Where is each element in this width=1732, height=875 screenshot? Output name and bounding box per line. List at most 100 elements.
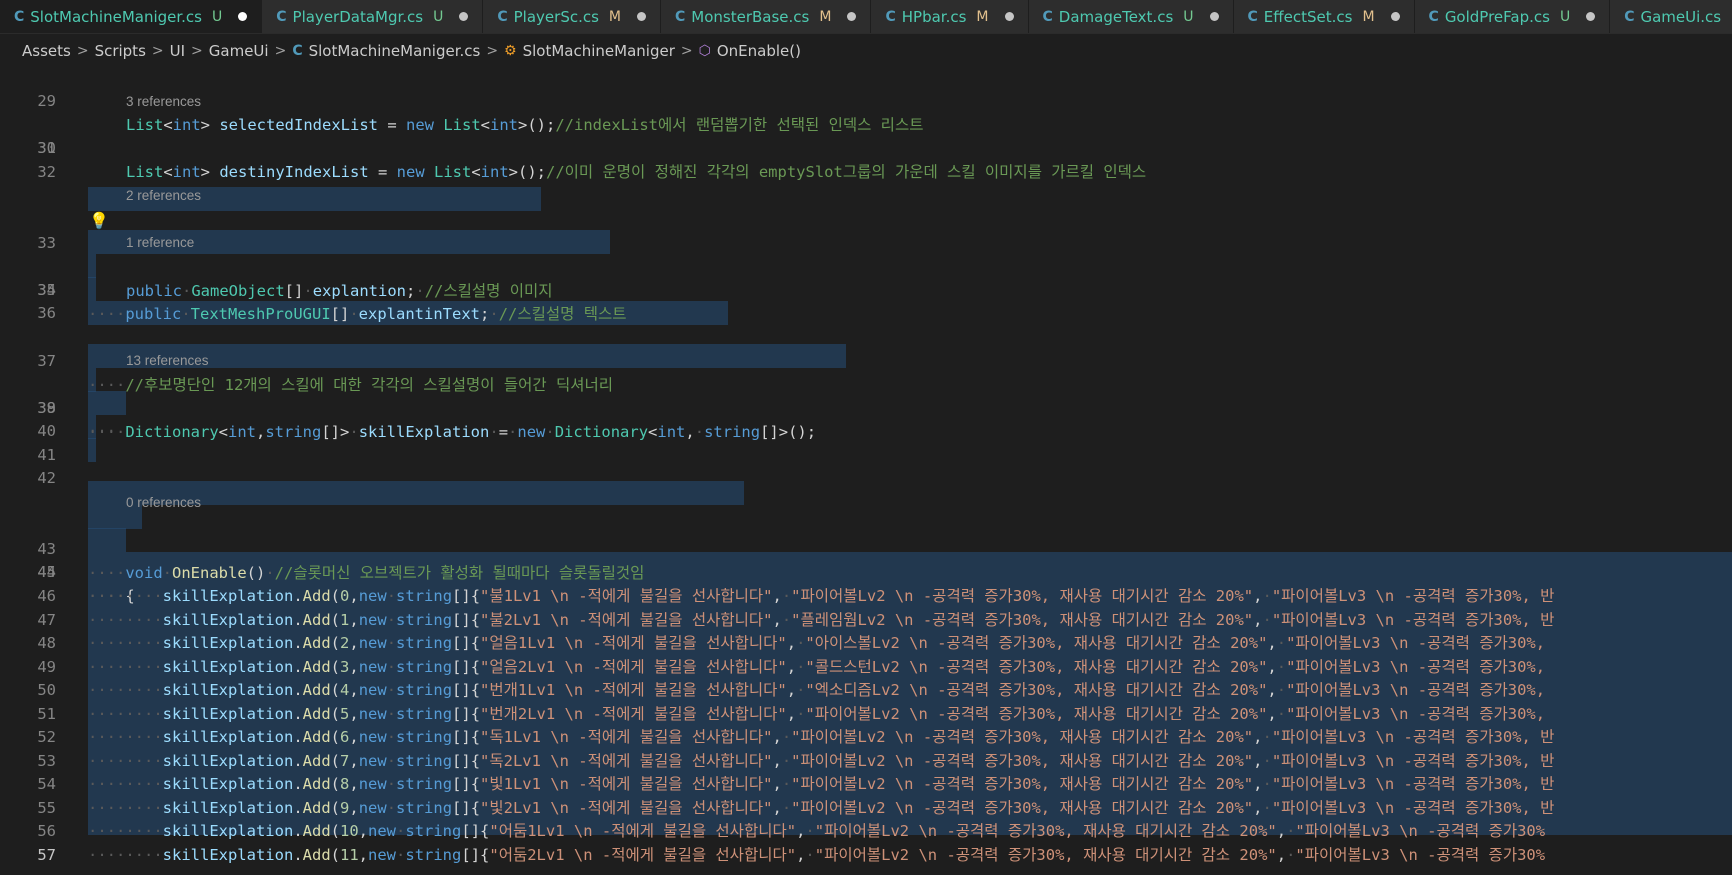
skill-string: "빛1Lv1 \n -적에게 불길을 선사합니다" xyxy=(480,775,773,793)
code-line: 54 ········skillExplation.Add(8,new·strin… xyxy=(0,772,1732,796)
skill-string: "파이어볼Lv2 \n -공격력 증가30%, 재사용 대기시간 감소 20%" xyxy=(805,705,1268,723)
tab-damagetext[interactable]: C DamageText.cs U xyxy=(1028,0,1234,33)
line-number: 35 xyxy=(37,281,56,299)
code-line: 31 xyxy=(0,136,1732,160)
tab-label: EffectSet.cs xyxy=(1263,7,1353,26)
breadcrumb-assets[interactable]: Assets xyxy=(22,42,71,60)
git-status-badge: M xyxy=(976,8,989,25)
unsaved-dot-icon[interactable] xyxy=(637,12,647,21)
line-number: 55 xyxy=(37,799,56,817)
skill-index: 8 xyxy=(340,775,350,793)
tab-playerdatamgr[interactable]: C PlayerDataMgr.cs U xyxy=(262,0,484,33)
code-line: 48 ········skillExplation.Add(2,new·strin… xyxy=(0,631,1732,655)
tab-effectset[interactable]: C EffectSet.cs M xyxy=(1233,0,1415,33)
skill-string: "파이어볼Lv2 \n -공격력 증가30%, 재사용 대기시간 감소 20%" xyxy=(791,728,1254,746)
line-number: 39 xyxy=(37,399,56,417)
codelens-references[interactable]: 13 references xyxy=(126,351,209,371)
line-number: 45 xyxy=(37,563,56,581)
code-line: 34 ····public·TextMeshProUGUI[]·explanti… xyxy=(0,254,1732,323)
codelens-references[interactable]: 1 reference xyxy=(126,233,194,253)
skill-index: 7 xyxy=(340,752,350,770)
line-number: 51 xyxy=(37,705,56,723)
skill-string: "파이어볼Lv3 \n -공격력 증가30%, xyxy=(1286,658,1546,676)
tab-monsterbase[interactable]: C MonsterBase.cs M xyxy=(661,0,872,33)
chevron-right-icon: > xyxy=(274,43,287,59)
line-number: 29 xyxy=(37,92,56,110)
skill-string: "빛2Lv1 \n -적에게 불길을 선사합니다" xyxy=(480,799,773,817)
git-status-badge: M xyxy=(608,8,622,25)
breadcrumb-gameui[interactable]: GameUi xyxy=(209,42,269,60)
code-line: 57 ········skillExplation.Add(11,new·stri… xyxy=(0,843,1732,867)
skill-string: "파이어볼Lv3 \n -공격력 증가30%, 반 xyxy=(1271,775,1555,793)
codelens-references[interactable]: 2 references xyxy=(126,186,201,206)
line-number: 54 xyxy=(37,775,56,793)
tab-goldprefap[interactable]: C GoldPreFap.cs U xyxy=(1414,0,1611,33)
line-number: 33 xyxy=(37,234,56,252)
skill-string: "얼음1Lv1 \n -적에게 불길을 선사합니다" xyxy=(480,634,787,652)
breadcrumb: Assets > Scripts > UI > GameUi > C SlotM… xyxy=(0,34,1732,68)
code-line: 39 xyxy=(0,396,1732,420)
tab-label: HPbar.cs xyxy=(901,7,967,26)
git-status-badge: U xyxy=(212,8,223,25)
code-line: 41 xyxy=(0,443,1732,467)
chevron-right-icon: > xyxy=(76,43,89,59)
tab-label: MonsterBase.cs xyxy=(691,7,810,26)
codelens-references[interactable]: 0 references xyxy=(126,493,201,513)
breadcrumb-file[interactable]: SlotMachineManiger.cs xyxy=(309,42,481,60)
skill-string: "파이어볼Lv2 \n -공격력 증가30%, 재사용 대기시간 감소 20%" xyxy=(791,775,1254,793)
csharp-file-icon: C xyxy=(1624,8,1635,25)
skill-index: 1 xyxy=(340,611,350,629)
skill-index: 6 xyxy=(340,728,350,746)
unsaved-dot-icon[interactable] xyxy=(847,12,857,21)
class-symbol-icon: ⚙ xyxy=(504,43,517,59)
unsaved-dot-icon[interactable] xyxy=(1586,12,1596,21)
tab-label: GoldPreFap.cs xyxy=(1444,7,1550,26)
unsaved-dot-icon[interactable] xyxy=(1390,12,1400,21)
code-line: 33 💡 public·GameObject[]·explantion;·//스… xyxy=(0,207,1732,300)
line-number: 42 xyxy=(37,469,56,487)
code-editor[interactable]: 29 List<int> selectedIndexList = new Lis… xyxy=(0,68,1732,875)
breadcrumb-method[interactable]: OnEnable() xyxy=(717,42,801,60)
skill-string: "파이어볼Lv3 \n -공격력 증가30%, 반 xyxy=(1271,611,1555,629)
unsaved-dot-icon[interactable] xyxy=(238,12,248,21)
skill-string: "파이어볼Lv3 \n -공격력 증가30%, xyxy=(1286,681,1546,699)
line-number: 52 xyxy=(37,728,56,746)
skill-string: "얼음2Lv1 \n -적에게 불길을 선사합니다" xyxy=(480,658,787,676)
editor-tab-bar: C SlotMachineManiger.cs U C PlayerDataMgr.cs… xyxy=(0,0,1732,34)
csharp-file-icon: C xyxy=(497,8,508,25)
code-line: 56 ········skillExplation.Add(10,new·stri… xyxy=(0,819,1732,843)
skill-string: "플레임웜Lv2 \n -공격력 증가30%, 재사용 대기시간 감소 20%" xyxy=(791,611,1254,629)
codelens-references[interactable]: 3 references xyxy=(126,92,201,112)
skill-string: "번개1Lv1 \n -적에게 불길을 선사합니다" xyxy=(480,681,787,699)
line-number: 50 xyxy=(37,681,56,699)
skill-string: "아이스볼Lv2 \n -공격력 증가30%, 재사용 대기시간 감소 20%" xyxy=(805,634,1268,652)
chevron-right-icon: > xyxy=(151,43,164,59)
skill-string: "파이어볼Lv3 \n -공격력 증가30%, 반 xyxy=(1271,752,1555,770)
code-line: 30 List<int> destinyIndexList = new List… xyxy=(0,112,1732,181)
csharp-file-icon: C xyxy=(1042,8,1053,25)
tab-label: PlayerSc.cs xyxy=(513,7,599,26)
code-line: 45 xyxy=(0,560,1732,584)
method-symbol-icon: ⬡ xyxy=(698,43,711,59)
tab-slotmachinemaniger[interactable]: C SlotMachineManiger.cs U xyxy=(0,0,263,33)
tab-label: DamageText.cs xyxy=(1058,7,1174,26)
breadcrumb-scripts[interactable]: Scripts xyxy=(95,42,146,60)
tab-hpbar[interactable]: C HPbar.cs M xyxy=(871,0,1029,33)
breadcrumb-class[interactable]: SlotMachineManiger xyxy=(523,42,675,60)
csharp-file-icon: C xyxy=(885,8,896,25)
code-line: 49 ········skillExplation.Add(3,new·strin… xyxy=(0,655,1732,679)
line-number: 31 xyxy=(37,139,56,157)
breadcrumb-ui[interactable]: UI xyxy=(170,42,185,60)
unsaved-dot-icon[interactable] xyxy=(1004,12,1014,21)
skill-string: "어둠1Lv1 \n -적에게 불길을 선사합니다" xyxy=(489,822,797,840)
unsaved-dot-icon[interactable] xyxy=(1209,12,1219,21)
code-line: 55 ········skillExplation.Add(9,new·strin… xyxy=(0,796,1732,820)
unsaved-dot-icon[interactable] xyxy=(459,12,469,21)
skill-string: "독1Lv1 \n -적에게 불길을 선사합니다" xyxy=(480,728,773,746)
lightbulb-icon[interactable]: 💡 xyxy=(89,209,109,233)
tab-label: PlayerDataMgr.cs xyxy=(292,7,424,26)
tab-gameui[interactable]: CGameUi.csM xyxy=(1610,0,1732,33)
tab-playersc[interactable]: C PlayerSc.cs M xyxy=(483,0,662,33)
skill-string: "번개2Lv1 \n -적에게 불길을 선사합니다" xyxy=(480,705,787,723)
line-number: 49 xyxy=(37,658,56,676)
